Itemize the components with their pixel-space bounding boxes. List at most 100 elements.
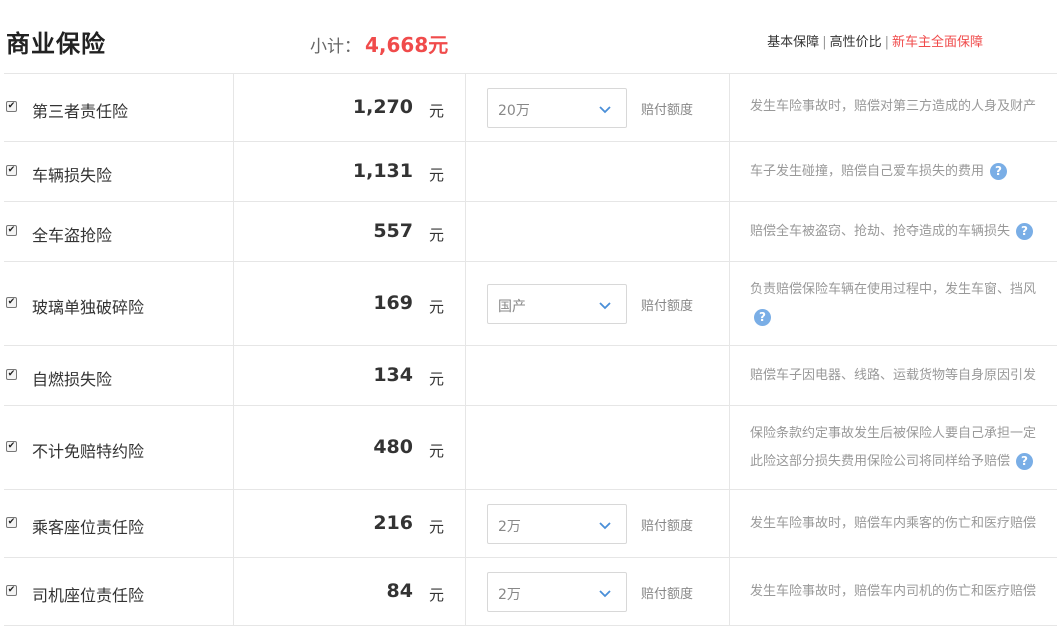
coverage-amount-select[interactable]: 2万 xyxy=(487,572,627,612)
coverage-name: 乘客座位责任险 xyxy=(32,518,145,537)
description-text: 发生车险事故时，赔偿车内乘客的伤亡和医疗赔偿 xyxy=(750,516,1037,531)
name-cell: ✔ 不计免赔特约险 xyxy=(4,406,234,489)
price-unit: 元 xyxy=(428,166,444,184)
coverage-name: 全车盗抢险 xyxy=(32,226,113,245)
price-unit: 元 xyxy=(428,586,444,604)
desc-cell: 保险条款约定事故发生后被保险人要自己承担一定 此险这部分损失费用保险公司将同样给… xyxy=(730,406,1057,489)
description-text-2: 此险这部分损失费用保险公司将同样给予赔偿 xyxy=(750,454,1011,469)
description-text: 发生车险事故时，赔偿对第三方造成的人身及财产 xyxy=(750,99,1037,114)
option-label: 赔付额度 xyxy=(641,587,694,602)
coverage-amount-select[interactable]: 2万 xyxy=(487,504,627,544)
coverage-amount-select[interactable]: 20万 xyxy=(487,88,627,128)
subtotal-label: 小计： xyxy=(310,37,361,57)
help-icon[interactable]: ? xyxy=(1016,453,1034,470)
name-cell: ✔ 全车盗抢险 xyxy=(4,202,234,261)
glass-type-select[interactable]: 国产 xyxy=(487,284,627,324)
price-cell: 134 元 xyxy=(234,346,466,405)
coverage-name: 司机座位责任险 xyxy=(32,586,145,605)
chevron-down-icon xyxy=(599,590,611,598)
coverage-name: 玻璃单独破碎险 xyxy=(32,298,145,317)
price-cell: 1,270 元 xyxy=(234,74,466,141)
coverage-name: 第三者责任险 xyxy=(32,102,129,121)
table-row: ✔ 车辆损失险 1,131 元 车子发生碰撞，赔偿自己爱车损失的费用? xyxy=(4,142,1057,202)
coverage-name: 自燃损失险 xyxy=(32,370,113,389)
price-cell: 557 元 xyxy=(234,202,466,261)
coverage-description: 负责赔偿保险车辆在使用过程中，发生车窗、挡风 ? xyxy=(750,276,1057,332)
coverage-price: 134 xyxy=(373,364,413,386)
price-cell: 216 元 xyxy=(234,490,466,557)
plan-value[interactable]: 高性价比 xyxy=(830,35,882,50)
description-text: 发生车险事故时，赔偿车内司机的伤亡和医疗赔偿 xyxy=(750,584,1037,599)
desc-cell: 赔偿车子因电器、线路、运载货物等自身原因引发 xyxy=(730,346,1057,405)
table-row: ✔ 玻璃单独破碎险 169 元 国产 赔付额度 负责赔偿保险车辆在使用过程中，发… xyxy=(4,262,1057,346)
select-value: 国产 xyxy=(498,299,526,315)
chevron-down-icon xyxy=(599,522,611,530)
desc-cell: 负责赔偿保险车辆在使用过程中，发生车窗、挡风 ? xyxy=(730,262,1057,345)
row-checkbox[interactable]: ✔ xyxy=(6,297,17,308)
row-checkbox[interactable]: ✔ xyxy=(6,517,17,528)
option-cell: 国产 赔付额度 xyxy=(466,262,730,345)
table-row: ✔ 不计免赔特约险 480 元 保险条款约定事故发生后被保险人要自己承担一定 此… xyxy=(4,406,1057,490)
coverage-description: 赔偿车子因电器、线路、运载货物等自身原因引发 xyxy=(750,362,1057,390)
price-unit: 元 xyxy=(428,442,444,460)
help-icon[interactable]: ? xyxy=(1016,223,1034,240)
price-cell: 84 元 xyxy=(234,558,466,625)
coverage-price: 84 xyxy=(386,580,413,602)
price-unit: 元 xyxy=(428,102,444,120)
description-text: 保险条款约定事故发生后被保险人要自己承担一定 xyxy=(750,426,1037,441)
table-row: ✔ 司机座位责任险 84 元 2万 赔付额度 发生车险事故时，赔偿车内司机的伤亡… xyxy=(4,558,1057,626)
insurance-table: ✔ 第三者责任险 1,270 元 20万 赔付额度 发生车险事故时，赔偿对第三方… xyxy=(4,73,1057,626)
option-cell xyxy=(466,346,730,405)
price-unit: 元 xyxy=(428,298,444,316)
coverage-price: 557 xyxy=(373,220,413,242)
coverage-description: 车子发生碰撞，赔偿自己爱车损失的费用? xyxy=(750,158,1057,186)
option-label: 赔付额度 xyxy=(641,103,694,118)
table-row: ✔ 第三者责任险 1,270 元 20万 赔付额度 发生车险事故时，赔偿对第三方… xyxy=(4,74,1057,142)
desc-cell: 发生车险事故时，赔偿车内乘客的伤亡和医疗赔偿 xyxy=(730,490,1057,557)
row-checkbox[interactable]: ✔ xyxy=(6,165,17,176)
table-row: ✔ 自燃损失险 134 元 赔偿车子因电器、线路、运载货物等自身原因引发 xyxy=(4,346,1057,406)
subtotal-amount: 4,668元 xyxy=(365,33,449,57)
coverage-price: 480 xyxy=(373,436,413,458)
name-cell: ✔ 乘客座位责任险 xyxy=(4,490,234,557)
row-checkbox[interactable]: ✔ xyxy=(6,585,17,596)
option-cell: 2万 赔付额度 xyxy=(466,490,730,557)
plan-new-owner-full[interactable]: 新车主全面保障 xyxy=(892,35,983,50)
price-cell: 169 元 xyxy=(234,262,466,345)
coverage-price: 1,270 xyxy=(352,96,413,118)
plan-basic[interactable]: 基本保障 xyxy=(767,35,819,50)
name-cell: ✔ 自燃损失险 xyxy=(4,346,234,405)
description-text: 负责赔偿保险车辆在使用过程中，发生车窗、挡风 xyxy=(750,282,1037,297)
price-cell: 480 元 xyxy=(234,406,466,489)
coverage-description: 发生车险事故时，赔偿车内司机的伤亡和医疗赔偿 xyxy=(750,578,1057,606)
help-icon[interactable]: ? xyxy=(754,309,771,326)
desc-cell: 赔偿全车被盗窃、抢劫、抢夺造成的车辆损失? xyxy=(730,202,1057,261)
row-checkbox[interactable]: ✔ xyxy=(6,369,17,380)
plan-selector: 基本保障 | 高性价比 | 新车主全面保障 xyxy=(767,31,983,50)
select-value: 2万 xyxy=(498,519,521,535)
description-text: 赔偿车子因电器、线路、运载货物等自身原因引发 xyxy=(750,368,1037,383)
plan-separator: | xyxy=(884,35,889,50)
option-cell: 2万 赔付额度 xyxy=(466,558,730,625)
price-unit: 元 xyxy=(428,518,444,536)
row-checkbox[interactable]: ✔ xyxy=(6,441,17,452)
subtotal: 小计： 4,668元 xyxy=(310,29,448,58)
help-icon[interactable]: ? xyxy=(990,163,1008,180)
price-unit: 元 xyxy=(428,226,444,244)
row-checkbox[interactable]: ✔ xyxy=(6,225,17,236)
description-text: 车子发生碰撞，赔偿自己爱车损失的费用 xyxy=(750,164,985,179)
coverage-description: 发生车险事故时，赔偿车内乘客的伤亡和医疗赔偿 xyxy=(750,510,1057,538)
coverage-name: 不计免赔特约险 xyxy=(32,442,145,461)
row-checkbox[interactable]: ✔ xyxy=(6,101,17,112)
option-cell xyxy=(466,142,730,201)
description-text: 赔偿全车被盗窃、抢劫、抢夺造成的车辆损失 xyxy=(750,224,1011,239)
option-label: 赔付额度 xyxy=(641,299,694,314)
page-title: 商业保险 xyxy=(6,30,106,58)
name-cell: ✔ 玻璃单独破碎险 xyxy=(4,262,234,345)
option-cell: 20万 赔付额度 xyxy=(466,74,730,141)
desc-cell: 车子发生碰撞，赔偿自己爱车损失的费用? xyxy=(730,142,1057,201)
plan-separator: | xyxy=(822,35,827,50)
coverage-description: 赔偿全车被盗窃、抢劫、抢夺造成的车辆损失? xyxy=(750,218,1057,246)
table-row: ✔ 乘客座位责任险 216 元 2万 赔付额度 发生车险事故时，赔偿车内乘客的伤… xyxy=(4,490,1057,558)
desc-cell: 发生车险事故时，赔偿对第三方造成的人身及财产 xyxy=(730,74,1057,141)
